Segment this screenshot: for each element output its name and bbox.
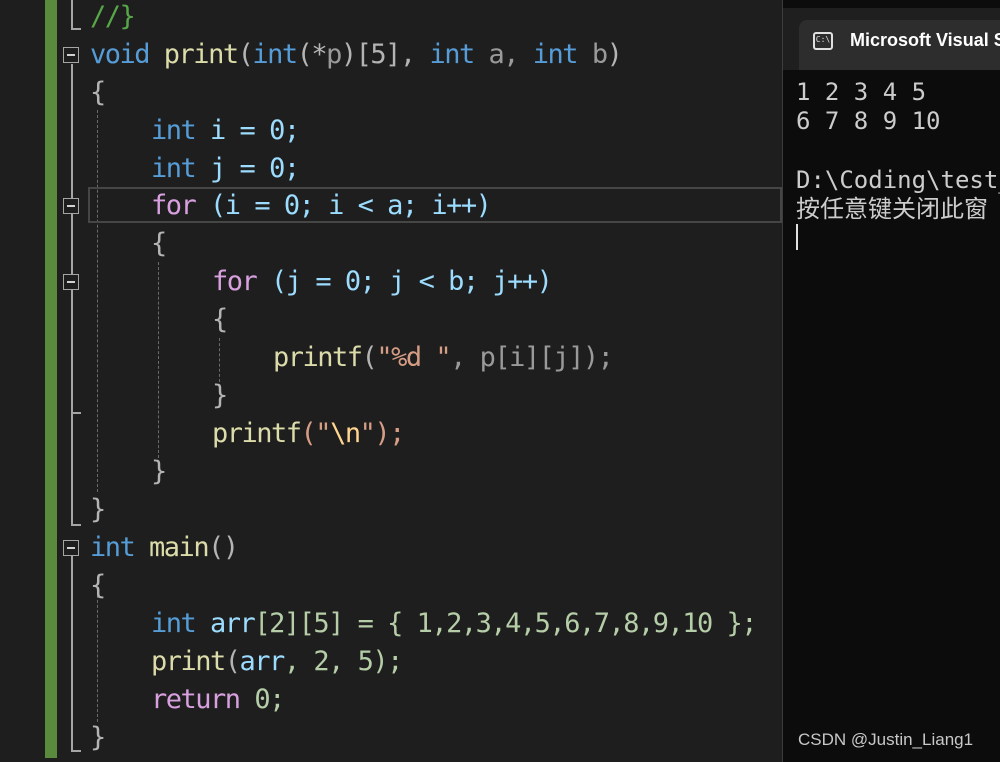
console-output-line: 6 7 8 9 10 <box>796 107 941 135</box>
punctuation: ( <box>237 39 254 70</box>
console-title: Microsoft Visual St <box>850 30 1000 50</box>
string-literal: (" <box>300 418 332 449</box>
keyword-token: int <box>532 39 579 70</box>
indent-guide <box>97 590 98 722</box>
code-text: , p[i][j]); <box>450 342 614 373</box>
brace: { <box>90 570 106 601</box>
outline-guide-tick <box>71 524 81 526</box>
indent-guide <box>219 338 220 382</box>
code-line: int j = 0; <box>151 150 300 188</box>
code-line: int arr[2][5] = { 1,2,3,4,5,6,7,8,9,10 }… <box>151 605 758 643</box>
punctuation: ( <box>224 646 241 677</box>
collapse-box-icon[interactable] <box>63 47 79 63</box>
console-output-line: D:\Coding\test_ <box>796 166 1000 194</box>
outline-guide <box>71 414 73 526</box>
punctuation: (* <box>296 39 328 70</box>
code-line: { <box>212 301 228 339</box>
brace: } <box>212 380 228 411</box>
keyword-token: int <box>90 532 136 563</box>
keyword-token: int <box>429 39 475 70</box>
code-text: 0; <box>254 684 285 715</box>
comment-token: //} <box>90 1 136 32</box>
code-line: return 0; <box>151 681 285 719</box>
console-window[interactable]: C:\ Microsoft Visual St 1 2 3 4 5 6 7 8 … <box>782 0 1000 762</box>
code-line: } <box>212 377 228 415</box>
punctuation: )[5], <box>340 39 416 70</box>
code-line: for (j = 0; j < b; j++) <box>212 263 553 301</box>
console-app-icon: C:\ <box>813 32 833 50</box>
punctuation: () <box>208 532 239 563</box>
outline-guide-tick <box>71 28 81 30</box>
variable-token: arr <box>210 608 256 639</box>
brace: { <box>90 77 106 108</box>
outline-guide <box>71 64 73 202</box>
variable-token: arr <box>239 646 286 677</box>
code-line: } <box>151 453 167 491</box>
code-line: } <box>90 491 106 529</box>
code-text: , 2, 5); <box>283 646 404 677</box>
code-line: void print(int(*p)[5], int a, int b) <box>90 36 623 74</box>
brace: } <box>151 456 167 487</box>
indent-guide <box>158 262 159 458</box>
code-editor[interactable]: //} void print(int(*p)[5], int a, int b)… <box>0 0 782 762</box>
code-line: { <box>90 567 106 605</box>
keyword-token: void <box>90 39 151 70</box>
code-text: [2][5] = { 1,2,3,4,5,6,7,8,9,10 }; <box>254 608 757 639</box>
brace: } <box>90 494 106 525</box>
code-line: print(arr, 2, 5); <box>151 643 404 681</box>
code-line: printf("%d ", p[i][j]); <box>273 339 614 377</box>
brace: { <box>151 228 167 259</box>
outline-guide <box>71 214 73 276</box>
change-tracking-bar <box>45 0 57 758</box>
watermark: CSDN @Justin_Liang1 <box>798 730 974 749</box>
punctuation: ( <box>361 342 378 373</box>
code-text: (i = 0; i < a; i++) <box>210 190 492 221</box>
string-literal: "); <box>359 418 406 449</box>
function-name: main <box>149 532 210 563</box>
code-text: i = 0; <box>210 115 300 146</box>
console-output-line: 1 2 3 4 5 <box>796 78 927 106</box>
control-keyword: for <box>151 190 197 221</box>
brace: { <box>212 304 228 335</box>
code-line: int main() <box>90 529 239 567</box>
parameter-token: p <box>326 39 342 70</box>
console-output-line: 按任意键关闭此窗 <box>796 195 988 223</box>
collapse-box-icon[interactable] <box>63 198 79 214</box>
text-cursor <box>796 224 798 250</box>
function-name: print <box>151 646 226 677</box>
keyword-token: int <box>252 39 298 70</box>
control-keyword: for <box>212 266 258 297</box>
control-keyword: return <box>151 684 241 715</box>
outline-guide <box>71 556 73 752</box>
function-name: printf <box>212 418 302 449</box>
escape-sequence: \n <box>330 418 361 449</box>
indent-guide <box>97 110 98 492</box>
collapse-box-icon[interactable] <box>63 274 79 290</box>
code-line: for (i = 0; i < a; i++) <box>151 187 492 225</box>
keyword-token: int <box>151 115 197 146</box>
code-line: { <box>90 74 106 112</box>
outline-guide-tick <box>71 750 81 752</box>
punctuation: ) <box>606 39 623 70</box>
keyword-token: int <box>151 153 197 184</box>
outline-guide <box>71 0 73 30</box>
function-name: printf <box>273 342 363 373</box>
collapse-box-icon[interactable] <box>63 540 79 556</box>
code-line: } <box>90 719 106 757</box>
code-line: //} <box>90 0 136 36</box>
keyword-token: int <box>151 608 197 639</box>
parameter-token: a, <box>488 39 520 70</box>
brace: } <box>90 722 106 753</box>
parameter-token: b <box>591 39 608 70</box>
code-line: int i = 0; <box>151 112 300 150</box>
code-line: printf("\n"); <box>212 415 406 453</box>
code-text: (j = 0; j < b; j++) <box>271 266 553 297</box>
outline-guide <box>71 290 73 414</box>
function-name: print <box>163 39 239 70</box>
code-text: j = 0; <box>210 153 300 184</box>
code-line: { <box>151 225 167 263</box>
string-literal: "%d " <box>376 342 451 373</box>
